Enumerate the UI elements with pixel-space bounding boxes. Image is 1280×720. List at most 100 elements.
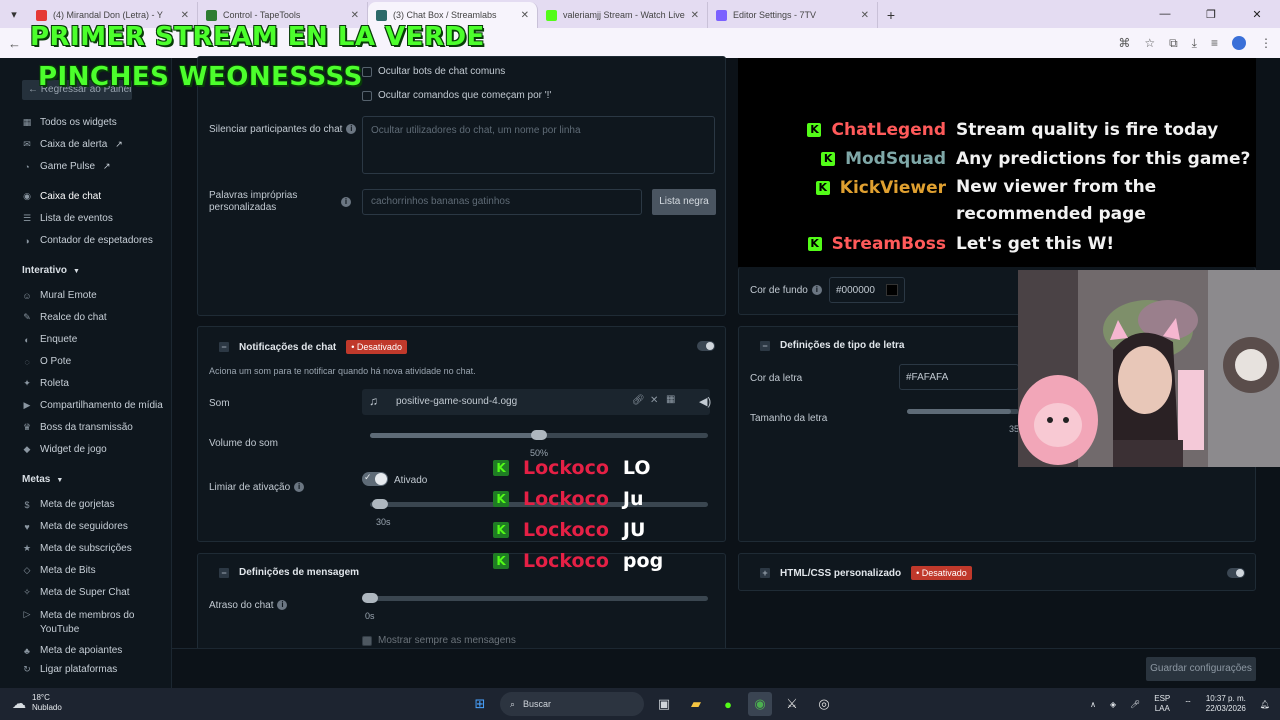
minimize-button[interactable]: — (1142, 0, 1188, 28)
info-icon[interactable]: i (294, 482, 305, 493)
checkbox-box[interactable] (362, 90, 372, 101)
threshold-slider-knob[interactable] (372, 499, 388, 509)
sidebar-item-bits[interactable]: ◇ Meta de Bits (22, 565, 96, 576)
sidebar-item-boss[interactable]: ♛ Boss da transmissão (22, 422, 133, 433)
extensions-icon[interactable]: ⧉ (1169, 36, 1178, 51)
custom-html-header[interactable]: + HTML/CSS personalizado • Desativado (760, 566, 972, 580)
chat-delay-slider-knob[interactable] (362, 593, 378, 603)
profile-avatar[interactable] (1232, 36, 1246, 50)
tab-search-icon[interactable]: ▾ (0, 0, 28, 28)
chat-notifications-header[interactable]: − Notificações de chat • Desativado (219, 340, 407, 354)
background-color-input[interactable]: #000000 (829, 277, 905, 303)
volume-slider[interactable] (370, 430, 708, 440)
task-view-icon[interactable]: ▣ (652, 692, 676, 716)
tab-close-icon[interactable]: ✕ (691, 10, 699, 21)
font-settings-header[interactable]: − Definições de tipo de letra (760, 340, 904, 351)
sidebar-item-connect-platforms[interactable]: ↻ Ligar plataformas (22, 664, 117, 675)
threshold-activated-toggle[interactable]: ✓ (362, 472, 388, 486)
sidebar-item-tip[interactable]: $ Meta de gorjetas (22, 499, 114, 510)
tab-close-icon[interactable]: ✕ (521, 10, 529, 21)
blacklist-button[interactable]: Lista negra (652, 189, 716, 215)
message-settings-header[interactable]: − Definições de mensagem (219, 567, 359, 578)
new-tab-button[interactable]: + (878, 2, 904, 28)
speaker-icon[interactable]: ◀) (699, 395, 711, 408)
chat-delay-slider[interactable] (362, 593, 708, 603)
media-control-icon[interactable]: ≡ (1211, 36, 1218, 50)
color-swatch[interactable] (886, 284, 898, 296)
windows-start-icon[interactable]: ⊞ (468, 692, 492, 716)
hide-commands-checkbox[interactable]: Ocultar comandos que começam por '!' (362, 90, 551, 101)
clear-icon[interactable]: ✕ (650, 395, 658, 406)
volume-slider-knob[interactable] (531, 430, 547, 440)
section-interactive[interactable]: Interativo ▼ (22, 265, 80, 276)
font-size-slider[interactable] (907, 409, 1019, 414)
kick-app-icon[interactable]: ● (716, 692, 740, 716)
library-icon[interactable]: ▦ (666, 394, 675, 405)
sidebar-item-viewers[interactable]: ◑ Contador de espetadores (22, 235, 153, 246)
sidebar-item-chat[interactable]: ◉ Caixa de chat (22, 191, 101, 202)
clock[interactable]: 10:37 p. m. 22/03/2026 (1206, 694, 1246, 714)
network-icon[interactable]: ◈ (1110, 700, 1116, 709)
back-arrow-icon[interactable]: ← (8, 36, 30, 51)
wifi-icon[interactable]: ⌔ (1184, 699, 1192, 709)
custom-html-toggle[interactable] (1227, 568, 1245, 578)
sidebar-item-poll[interactable]: ◐ Enquete (22, 334, 77, 345)
app-icon[interactable]: ⚔ (780, 692, 804, 716)
sidebar-item-sub[interactable]: ★ Meta de subscrições (22, 543, 132, 554)
chrome-icon[interactable]: ◉ (748, 692, 772, 716)
checkbox-box[interactable] (362, 635, 372, 646)
expand-icon[interactable]: + (760, 568, 770, 578)
file-explorer-icon[interactable]: ▰ (684, 692, 708, 716)
weather-widget[interactable]: ☁ 18°C Nublado (12, 693, 62, 713)
info-icon[interactable]: i (346, 124, 357, 135)
tab-close-icon[interactable]: ✕ (861, 10, 869, 21)
obs-icon[interactable]: ◎ (812, 692, 836, 716)
notification-bell-icon[interactable]: 🔔︎ (1260, 700, 1270, 709)
microphone-icon[interactable]: 🎤︎ (1130, 700, 1140, 709)
translate-icon[interactable]: ⌘ (1118, 36, 1130, 50)
download-icon[interactable]: ⤓ (1192, 36, 1197, 51)
section-goals[interactable]: Metas ▼ (22, 474, 63, 485)
sidebar-item-youtube[interactable]: ▷ Meta de membros do YouTube (22, 609, 135, 637)
sidebar-item-pulse[interactable]: ◔ Game Pulse ↗ (22, 161, 110, 172)
sidebar-item-media[interactable]: ▶ Compartilhamento de mídia (22, 400, 163, 411)
browser-tab[interactable]: valeriamjj Stream - Watch Live ✕ (538, 2, 708, 28)
info-icon[interactable]: i (341, 197, 351, 207)
sidebar-item-grid[interactable]: ▦ Todos os widgets (22, 117, 117, 128)
sidebar-item-alert[interactable]: ✉ Caixa de alerta ↗ (22, 139, 123, 150)
taskbar-search[interactable]: ⌕ Buscar (500, 692, 644, 716)
browser-tab[interactable]: Editor Settings - 7TV ✕ (708, 2, 878, 28)
sidebar-item-emote[interactable]: ☺ Mural Emote (22, 290, 96, 301)
info-icon[interactable]: i (811, 285, 822, 296)
tray-chevron-icon[interactable]: ∧ (1090, 700, 1096, 709)
mute-participants-input[interactable]: Ocultar utilizadores do chat, um nome po… (362, 116, 715, 174)
save-settings-button[interactable]: Guardar configurações (1146, 657, 1256, 681)
close-window-button[interactable]: ✕ (1234, 0, 1280, 28)
sidebar-item-wheel[interactable]: ✦ Roleta (22, 378, 69, 389)
sidebar-item-supporter[interactable]: ♣ Meta de apoiantes (22, 645, 122, 656)
sidebar-item-highlight[interactable]: ✎ Realce do chat (22, 312, 107, 323)
menu-icon[interactable]: ⋮ (1260, 36, 1272, 50)
tab-close-icon[interactable]: ✕ (351, 10, 359, 21)
hide-bots-checkbox[interactable]: Ocultar bots de chat comuns (362, 66, 505, 77)
collapse-icon[interactable]: − (219, 567, 229, 578)
language-indicator[interactable]: ESP LAA (1154, 694, 1170, 714)
maximize-button[interactable]: ❐ (1188, 0, 1234, 28)
link-icon[interactable]: 🔗︎ (632, 395, 645, 406)
always-show-checkbox[interactable]: Mostrar sempre as mensagens (362, 635, 516, 646)
sidebar-item-superchat[interactable]: ✧ Meta de Super Chat (22, 587, 129, 598)
checkbox-box[interactable] (362, 66, 372, 77)
sidebar-item-list[interactable]: ☰ Lista de eventos (22, 213, 113, 224)
info-icon[interactable]: i (277, 600, 288, 611)
font-color-input[interactable]: #FAFAFA (899, 364, 1019, 390)
badwords-input[interactable]: cachorrinhos bananas gatinhos (362, 189, 642, 215)
collapse-icon[interactable]: − (219, 342, 229, 352)
sidebar-item-follower[interactable]: ♥ Meta de seguidores (22, 521, 128, 532)
tab-close-icon[interactable]: ✕ (181, 10, 189, 21)
chat-notifications-toggle[interactable] (697, 341, 715, 351)
bookmark-star-icon[interactable]: ☆ (1144, 36, 1155, 50)
sidebar-item-pot[interactable]: ◌ O Pote (22, 356, 71, 367)
collapse-icon[interactable]: − (760, 340, 770, 351)
sound-file-field[interactable]: ♫ positive-game-sound-4.ogg 🔗︎ ✕ ▦ (362, 389, 710, 415)
sidebar-item-game[interactable]: ◆ Widget de jogo (22, 444, 107, 455)
